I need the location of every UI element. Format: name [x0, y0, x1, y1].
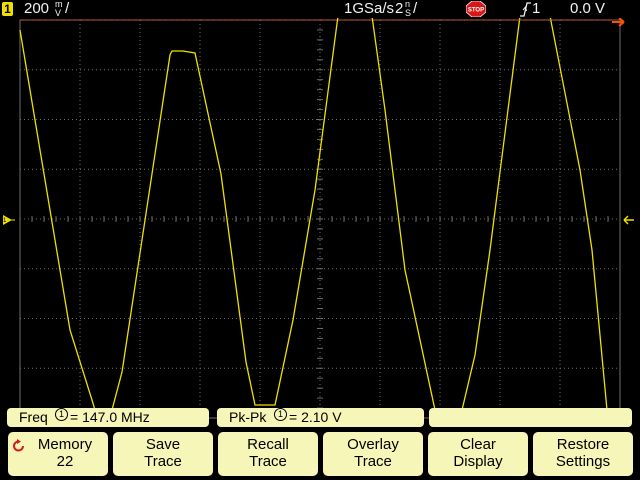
timebase: 2 — [395, 0, 404, 17]
save-trace-softkey[interactable]: Save Trace — [113, 432, 213, 476]
memory-softkey[interactable]: Memory 22 — [8, 432, 108, 476]
timebase-unit: n S / — [405, 0, 418, 18]
stop-run-state-icon[interactable]: STOP — [466, 1, 486, 17]
clear-display-softkey[interactable]: Clear Display — [428, 432, 528, 476]
channel-badge[interactable]: 1 — [2, 2, 13, 16]
channel-1-indicator: 1 — [55, 408, 68, 421]
vertical-scale: 200 — [24, 0, 50, 17]
reference-marker-icon — [623, 215, 634, 225]
vertical-scale-unit: m V / — [55, 0, 70, 18]
channel-1-ground-marker-icon[interactable]: 1 — [3, 215, 15, 225]
graticule — [19, 19, 621, 419]
trigger-level-marker-icon[interactable] — [612, 17, 625, 27]
trigger-source: 1 — [532, 0, 541, 17]
peak-to-peak-measurement[interactable]: Pk-Pk 1 = 2.10 V — [217, 408, 424, 427]
frequency-measurement[interactable]: Freq 1 = 147.0 MHz — [7, 408, 209, 427]
status-bar: 1 200 m V / 1GSa/s 2 n S / STOP 1 0.0 V — [0, 0, 640, 18]
svg-text:STOP: STOP — [468, 8, 484, 14]
channel-1-indicator: 1 — [274, 408, 287, 421]
empty-measurement-slot[interactable] — [429, 408, 632, 427]
restore-settings-softkey[interactable]: Restore Settings — [533, 432, 633, 476]
trigger-level: 0.0 V — [570, 0, 606, 17]
rising-edge-trigger-icon[interactable] — [519, 1, 531, 17]
overlay-trace-softkey[interactable]: Overlay Trace — [323, 432, 423, 476]
sample-rate: 1GSa/s — [344, 0, 395, 17]
waveform-display: 1 — [3, 15, 634, 419]
recall-trace-softkey[interactable]: Recall Trace — [218, 432, 318, 476]
channel-1-trace — [19, 15, 608, 411]
